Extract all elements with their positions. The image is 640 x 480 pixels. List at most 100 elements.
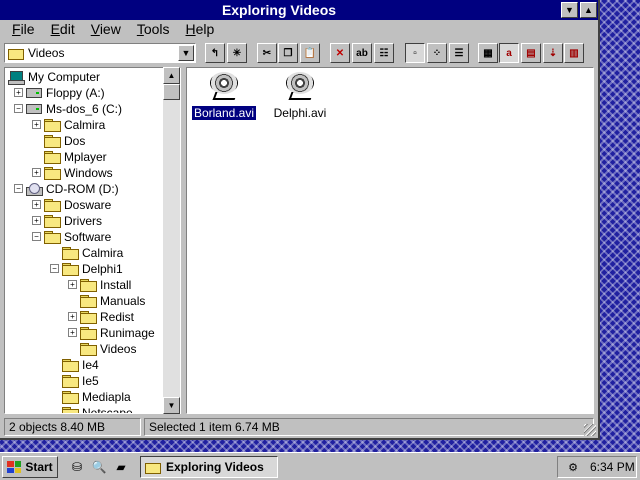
clock[interactable]: 6:34 PM xyxy=(590,460,635,474)
tree-item[interactable]: + Floppy (A:) xyxy=(14,85,106,101)
computer-icon xyxy=(8,70,25,85)
collapse-icon[interactable]: − xyxy=(50,264,59,273)
scroll-thumb[interactable] xyxy=(163,84,180,100)
tree-item[interactable]: Netscape xyxy=(62,405,134,413)
tree-item[interactable]: − CD-ROM (D:) xyxy=(14,181,120,197)
tree-item[interactable]: + Install xyxy=(68,277,132,293)
expand-icon[interactable]: + xyxy=(68,280,77,289)
tree-item[interactable]: − Delphi1 xyxy=(50,261,124,277)
menu-tools[interactable]: Tools xyxy=(137,21,170,37)
file-item[interactable]: Delphi.avi xyxy=(265,72,335,128)
expand-icon[interactable]: + xyxy=(32,200,41,209)
expand-icon[interactable]: + xyxy=(32,168,41,177)
sort-by-type-button[interactable]: ▤ xyxy=(521,43,541,63)
paste-button[interactable]: 📋 xyxy=(300,43,320,63)
large-buttons-icon[interactable]: ▫ xyxy=(405,43,425,63)
up-one-level-button[interactable]: ↰ xyxy=(205,43,225,63)
quicklaunch-find[interactable]: 🔍 xyxy=(90,457,108,477)
menu-file[interactable]: File xyxy=(12,21,35,37)
copy-button[interactable]: ❐ xyxy=(278,43,298,63)
title-bar[interactable]: Exploring Videos ▼ ▲ xyxy=(0,0,598,20)
expand-icon[interactable]: + xyxy=(68,328,77,337)
rename-button[interactable]: ab xyxy=(352,43,372,63)
tree-item-label: Drivers xyxy=(64,214,102,228)
folder-icon xyxy=(62,247,79,260)
find-icon: 🔍 xyxy=(91,460,107,474)
map-network-drive-icon: ✳ xyxy=(232,47,242,59)
tree-item[interactable]: + Calmira xyxy=(32,117,106,133)
collapse-icon[interactable]: − xyxy=(32,232,41,241)
small-icons-icon: ⁘ xyxy=(432,47,442,59)
address-dropdown[interactable]: Videos ▼ xyxy=(4,43,196,63)
tree-item[interactable]: + Windows xyxy=(32,165,114,181)
map-network-drive-button[interactable]: ✳ xyxy=(227,43,247,63)
folder-tree[interactable]: My Computer + Floppy (A:) − Ms-dos_6 (C:) + Ca… xyxy=(4,67,181,414)
tree-item[interactable]: − Ms-dos_6 (C:) xyxy=(14,101,123,117)
small-buttons-icon[interactable]: ⁘ xyxy=(427,43,447,63)
tree-item[interactable]: + Redist xyxy=(68,309,135,325)
list-view-button[interactable]: ☰ xyxy=(449,43,469,63)
folder-icon xyxy=(44,215,61,228)
windows-logo-icon xyxy=(7,461,22,473)
quicklaunch-desktop[interactable]: ▰ xyxy=(112,457,130,477)
quicklaunch-network[interactable]: ⛁ xyxy=(68,457,86,477)
network-status-icon[interactable]: ⚙ xyxy=(564,459,582,475)
tree-item[interactable]: Videos xyxy=(80,341,137,357)
details-view-button[interactable]: ▦ xyxy=(478,43,498,63)
expand-icon[interactable]: + xyxy=(32,120,41,129)
folder-icon xyxy=(44,167,61,180)
tree-item[interactable]: Ie4 xyxy=(62,357,100,373)
sort-by-name-icon: a xyxy=(506,47,512,59)
tree-item-label: Runimage xyxy=(100,326,155,340)
menu-view[interactable]: View xyxy=(91,21,121,37)
file-item[interactable]: Borland.avi xyxy=(189,72,259,128)
tree-item[interactable]: + Dosware xyxy=(32,197,112,213)
start-button[interactable]: Start xyxy=(2,456,58,478)
folder-icon xyxy=(44,151,61,164)
expand-icon[interactable]: + xyxy=(14,88,23,97)
status-selection: Selected 1 item 6.74 MB xyxy=(144,418,594,436)
tree-item[interactable]: − Software xyxy=(32,229,112,245)
tree-item[interactable]: Mplayer xyxy=(44,149,108,165)
tree-item-label: Mediapla xyxy=(82,390,131,404)
tree-item[interactable]: My Computer xyxy=(8,69,101,85)
address-dropdown-button[interactable]: ▼ xyxy=(178,45,194,61)
drive-icon xyxy=(26,104,42,114)
properties-button[interactable]: ☷ xyxy=(374,43,394,63)
scroll-down-button[interactable]: ▼ xyxy=(163,397,180,414)
collapse-icon[interactable]: − xyxy=(14,104,23,113)
tree-item-label: Install xyxy=(100,278,132,292)
folder-icon xyxy=(44,135,61,148)
tree-vertical-scrollbar[interactable]: ▲ ▼ xyxy=(163,67,180,414)
menu-edit[interactable]: Edit xyxy=(51,21,75,37)
menu-help[interactable]: Help xyxy=(186,21,215,37)
tree-item[interactable]: Ie5 xyxy=(62,373,100,389)
minimize-button[interactable]: ▼ xyxy=(561,2,578,18)
tree-item[interactable]: Calmira xyxy=(62,245,124,261)
taskbar-button-exploring-videos[interactable]: Exploring Videos xyxy=(140,456,278,478)
maximize-button[interactable]: ▲ xyxy=(580,2,597,18)
sort-by-date-button[interactable]: ▥ xyxy=(564,43,584,63)
tree-item[interactable]: + Runimage xyxy=(68,325,156,341)
expand-icon[interactable]: + xyxy=(32,216,41,225)
folder-icon xyxy=(62,407,79,413)
folder-icon xyxy=(44,199,61,212)
sort-by-name-button[interactable]: a xyxy=(499,43,519,63)
collapse-icon[interactable]: − xyxy=(14,184,23,193)
cut-button[interactable]: ✂ xyxy=(257,43,277,63)
open-folder-icon xyxy=(80,343,97,356)
sort-by-date-icon: ▥ xyxy=(569,47,579,59)
tree-item[interactable]: Manuals xyxy=(80,293,146,309)
file-list-pane[interactable]: Borland.avi Delphi.avi xyxy=(186,67,594,414)
scroll-up-button[interactable]: ▲ xyxy=(163,67,180,84)
delete-icon: ✕ xyxy=(335,47,345,59)
tree-item-label: Dosware xyxy=(64,198,112,212)
tree-item[interactable]: + Drivers xyxy=(32,213,103,229)
expand-icon[interactable]: + xyxy=(68,312,77,321)
delete-button[interactable]: ✕ xyxy=(330,43,350,63)
sort-by-size-button[interactable]: ⇣ xyxy=(543,43,563,63)
tree-item-label: Ms-dos_6 (C:) xyxy=(46,102,123,116)
tree-item[interactable]: Mediapla xyxy=(62,389,132,405)
tree-item[interactable]: Dos xyxy=(44,133,86,149)
explorer-window: Exploring Videos ▼ ▲ File Edit View Tools He… xyxy=(0,0,600,440)
